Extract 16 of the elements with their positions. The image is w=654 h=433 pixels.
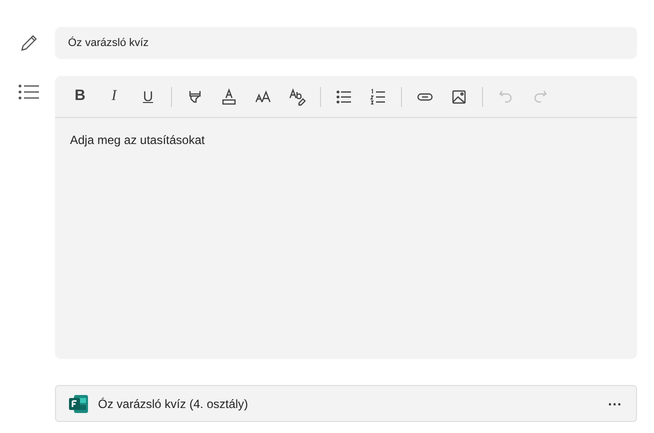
instructions-field[interactable]: Adja meg az utasításokat	[70, 133, 205, 147]
font-color-icon	[220, 88, 238, 106]
italic-button[interactable]: I	[97, 82, 131, 112]
underline-button[interactable]: U	[131, 82, 165, 112]
list-icon	[18, 83, 40, 101]
attachment-card[interactable]: Óz varázsló kvíz (4. osztály) ···	[55, 385, 637, 422]
title-field-box[interactable]: Óz varázsló kvíz	[55, 27, 637, 59]
attachment-title: Óz varázsló kvíz (4. osztály)	[98, 396, 248, 412]
bold-button[interactable]: B	[63, 82, 97, 112]
pencil-icon	[18, 33, 38, 53]
forms-app-icon	[69, 394, 88, 412]
bullet-list-icon	[335, 88, 353, 106]
image-icon	[450, 88, 468, 106]
numbered-list-icon	[369, 88, 387, 106]
more-options-button[interactable]: ···	[604, 396, 626, 410]
clear-format-icon	[288, 88, 306, 106]
